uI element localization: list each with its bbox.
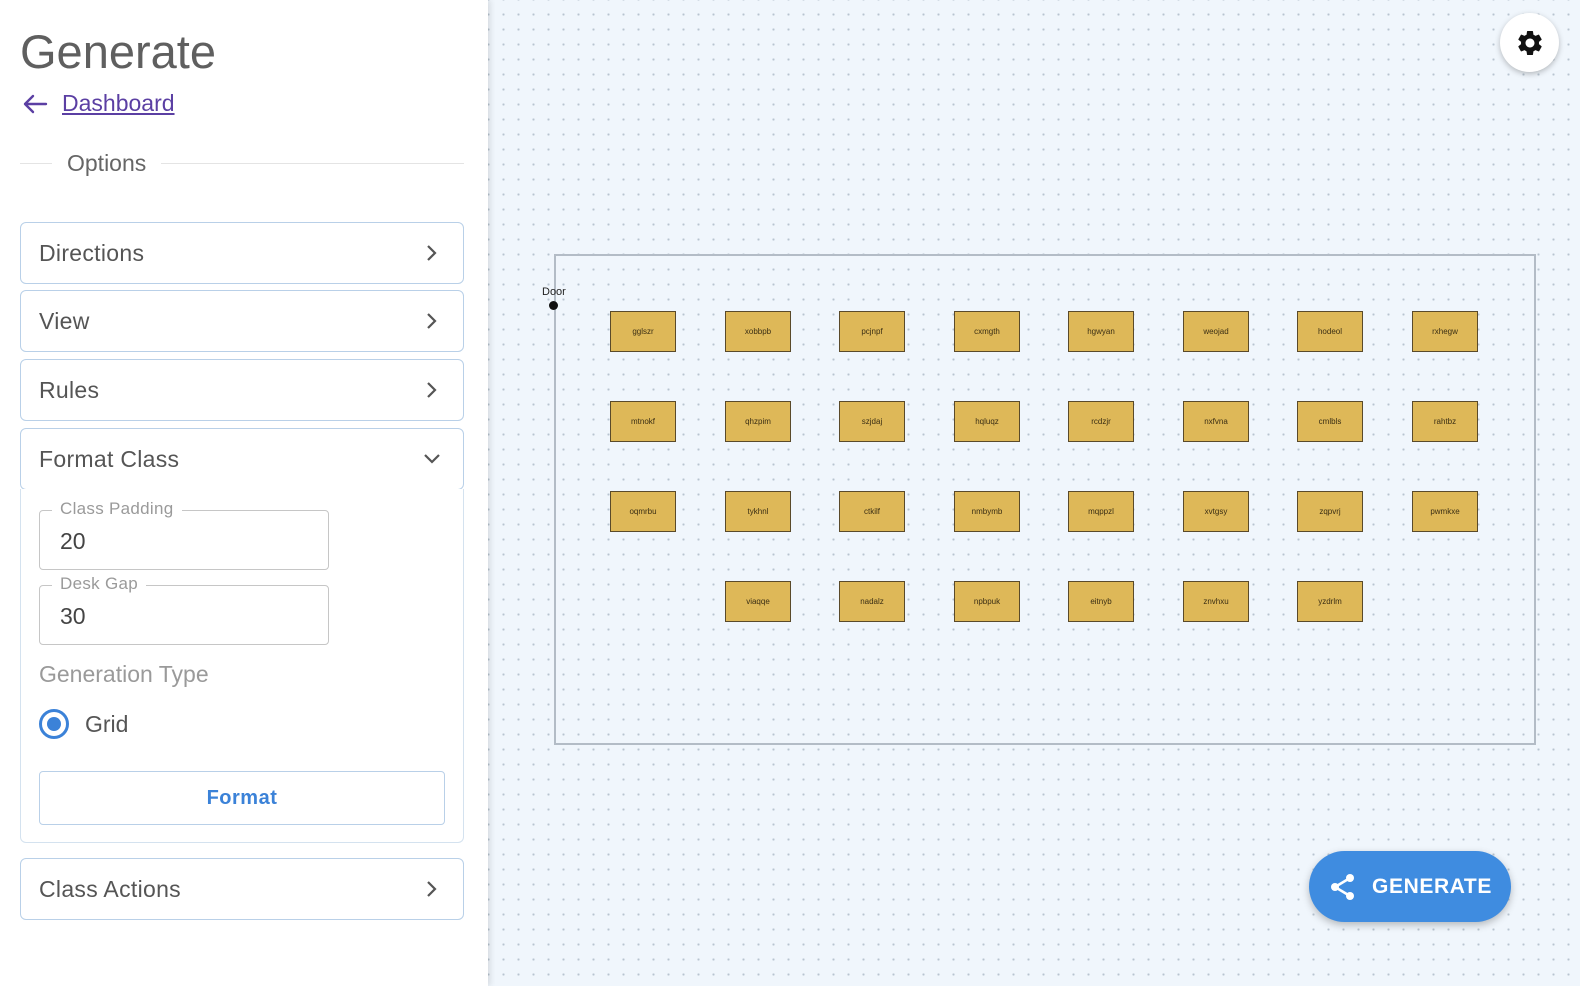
desk[interactable]: tykhnl [725, 491, 791, 532]
desk[interactable]: gglszr [610, 311, 676, 352]
desk[interactable]: rxhegw [1412, 311, 1478, 352]
options-divider: Options [20, 150, 464, 177]
breadcrumb: Dashboard [22, 90, 175, 117]
sidebar: Generate Dashboard Options Directions Vi… [0, 0, 488, 986]
desk[interactable]: pwmkxe [1412, 491, 1478, 532]
radio-selected-dot [47, 717, 61, 731]
share-icon [1331, 873, 1355, 900]
desk[interactable]: eitnyb [1068, 581, 1134, 622]
chevron-right-icon [427, 881, 437, 897]
dashboard-link[interactable]: Dashboard [62, 90, 175, 117]
settings-button[interactable] [1500, 13, 1559, 72]
panel-format-class-title: Format Class [39, 445, 180, 472]
panel-view[interactable]: View [20, 290, 464, 352]
desk[interactable]: znvhxu [1183, 581, 1249, 622]
desk[interactable]: mqppzl [1068, 491, 1134, 532]
desk[interactable]: npbpuk [954, 581, 1020, 622]
desk[interactable]: nmbymb [954, 491, 1020, 532]
door-marker[interactable] [549, 301, 558, 310]
generate-label: GENERATE [1372, 874, 1492, 898]
gear-icon [1517, 30, 1542, 55]
class-padding-value[interactable]: 20 [60, 528, 86, 555]
desk[interactable]: nxfvna [1183, 401, 1249, 442]
grid-radio-label: Grid [85, 710, 129, 737]
desk[interactable]: xvtgsy [1183, 491, 1249, 532]
desk-gap-label: Desk Gap [52, 574, 146, 594]
desk[interactable]: viaqqe [725, 581, 791, 622]
panel-rules-title: Rules [39, 376, 100, 403]
desk[interactable]: xobbpb [725, 311, 791, 352]
format-class-body: Class Padding 20 Desk Gap 30 Generation … [20, 489, 464, 843]
desk[interactable]: szjdaj [839, 401, 905, 442]
desk-gap-field[interactable]: Desk Gap 30 [39, 574, 329, 645]
grid-radio[interactable] [39, 709, 69, 739]
chevron-down-icon [424, 454, 440, 464]
panel-view-title: View [39, 307, 90, 334]
desk[interactable]: rcdzjr [1068, 401, 1134, 442]
desk[interactable]: nadalz [839, 581, 905, 622]
desk[interactable]: oqmrbu [610, 491, 676, 532]
desk[interactable]: qhzpim [725, 401, 791, 442]
panel-directions-title: Directions [39, 239, 145, 266]
desk[interactable]: ctkilf [839, 491, 905, 532]
desk[interactable]: weojad [1183, 311, 1249, 352]
grid-radio-option[interactable]: Grid [39, 709, 128, 739]
divider-line [161, 163, 464, 164]
panel-class-actions[interactable]: Class Actions [20, 858, 464, 920]
chevron-right-icon [427, 245, 437, 261]
options-label: Options [67, 150, 147, 176]
desk[interactable]: cxmgth [954, 311, 1020, 352]
format-button[interactable]: Format [39, 771, 445, 825]
desk[interactable]: cmlbls [1297, 401, 1363, 442]
desk[interactable]: hodeol [1297, 311, 1363, 352]
desk-gap-value[interactable]: 30 [60, 603, 86, 630]
desk[interactable]: hgwyan [1068, 311, 1134, 352]
door-label: Door [542, 286, 566, 298]
desk[interactable]: pcjnpf [839, 311, 905, 352]
chevron-right-icon [427, 313, 437, 329]
panel-format-class[interactable]: Format Class [20, 428, 464, 490]
desk[interactable]: hqluqz [954, 401, 1020, 442]
panel-rules[interactable]: Rules [20, 359, 464, 421]
desk[interactable]: mtnokf [610, 401, 676, 442]
generation-type-label: Generation Type [39, 661, 209, 687]
generate-button[interactable]: GENERATE [1309, 851, 1511, 922]
desk[interactable]: rahtbz [1412, 401, 1478, 442]
panel-class-actions-title: Class Actions [39, 875, 181, 902]
page-title: Generate [20, 25, 216, 78]
panel-directions[interactable]: Directions [20, 222, 464, 284]
desk[interactable]: yzdrlm [1297, 581, 1363, 622]
desk[interactable]: zqpvrj [1297, 491, 1363, 532]
chevron-right-icon [427, 382, 437, 398]
classroom-boundary[interactable] [554, 254, 1536, 745]
class-padding-label: Class Padding [52, 499, 182, 519]
divider-line [20, 163, 52, 164]
arrow-left-icon[interactable] [22, 94, 48, 114]
class-padding-field[interactable]: Class Padding 20 [39, 499, 329, 570]
